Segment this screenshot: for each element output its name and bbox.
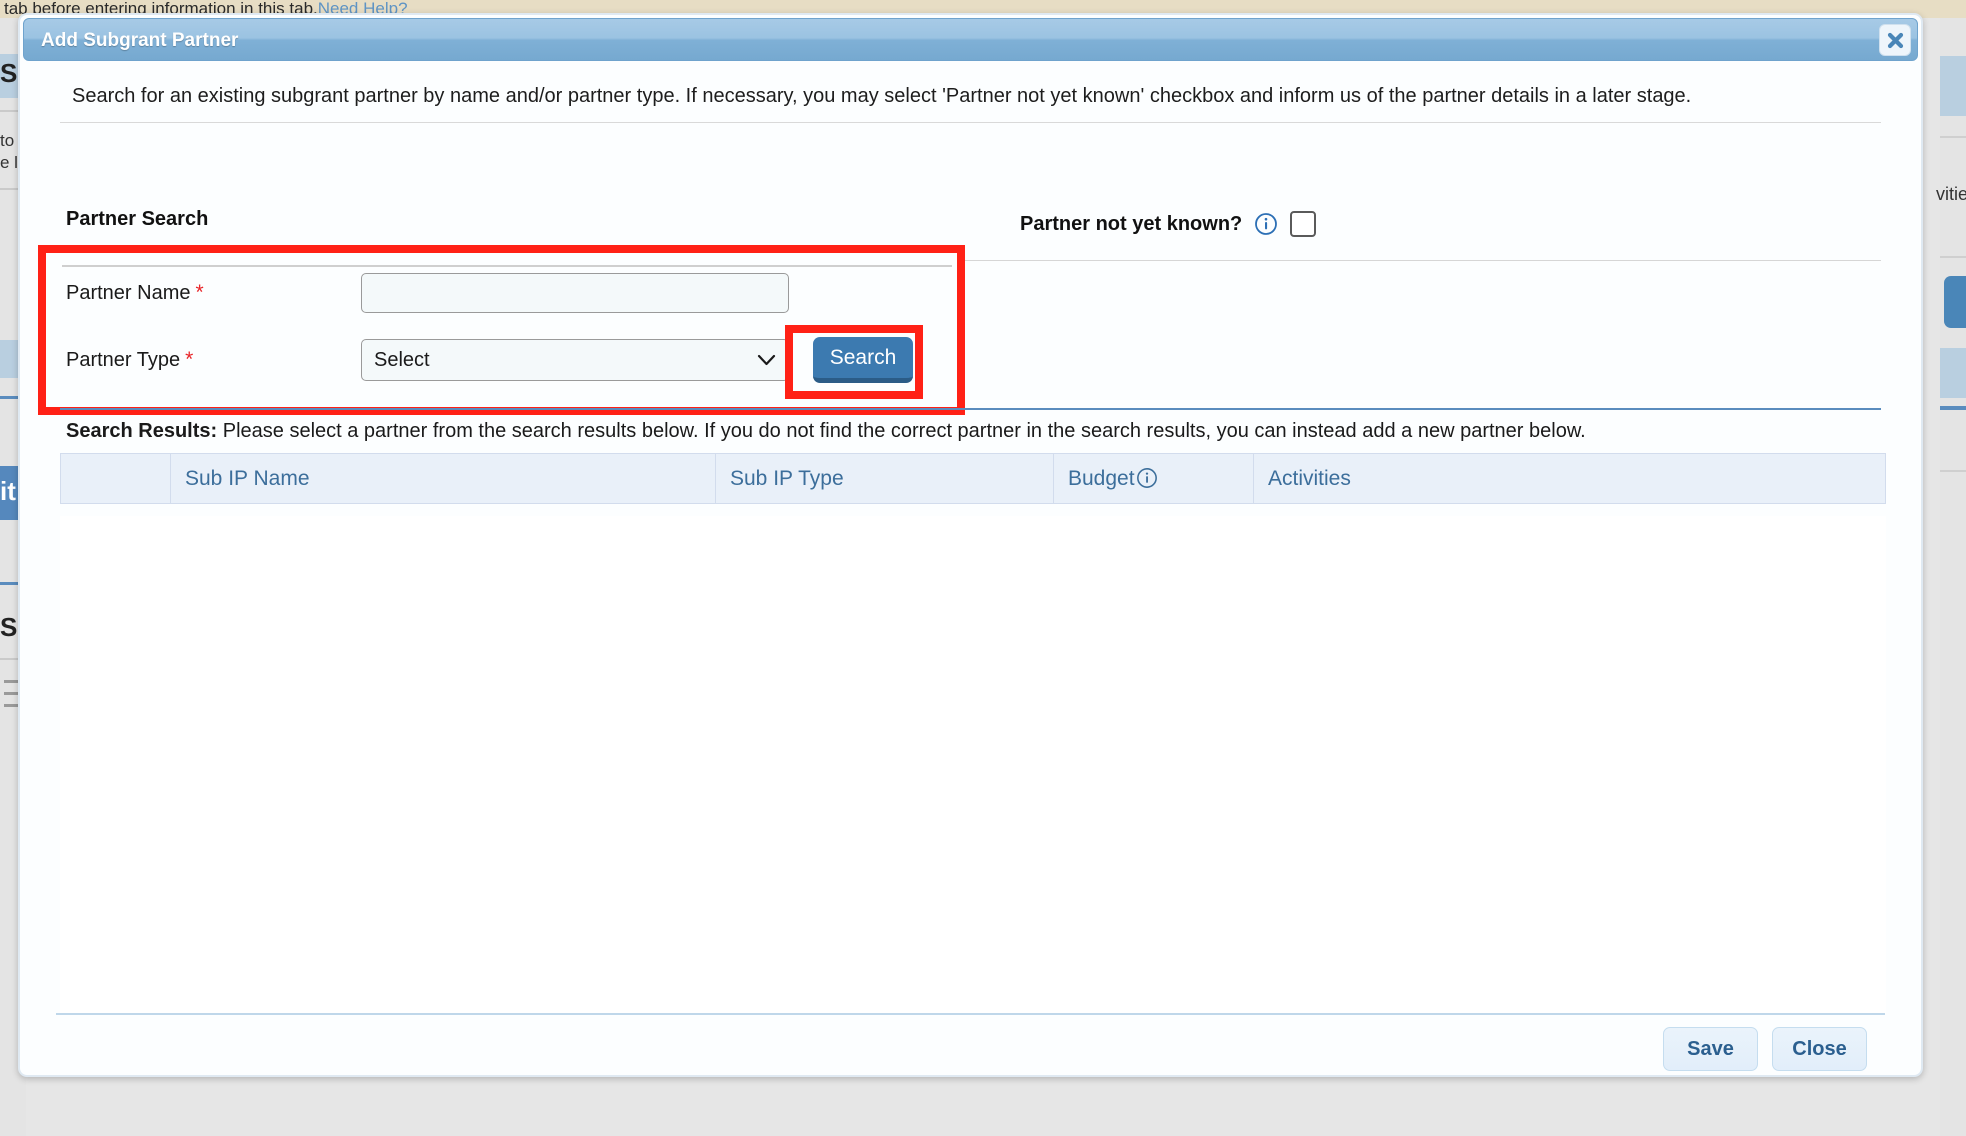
dialog-footer-buttons: Save Close (1663, 1027, 1867, 1071)
partner-not-yet-known-group: Partner not yet known? (1020, 211, 1317, 237)
background-right-band-2 (1940, 348, 1966, 398)
partner-not-yet-known-checkbox[interactable] (1290, 211, 1317, 237)
instructions-divider (60, 122, 1881, 123)
partner-type-selected-value: Select (374, 348, 430, 371)
partner-name-required-marker: * (195, 281, 204, 304)
table-header-sub-ip-type[interactable]: Sub IP Type (715, 453, 1054, 504)
dialog-body: Search for an existing subgrant partner … (20, 61, 1921, 1075)
info-icon[interactable] (1136, 467, 1158, 491)
table-header-sub-ip-name[interactable]: Sub IP Name (170, 453, 716, 504)
background-right-rule (1940, 406, 1966, 410)
partner-not-yet-known-label: Partner not yet known? (1020, 212, 1243, 235)
table-header-budget[interactable]: Budget (1053, 453, 1254, 504)
footer-divider (56, 1013, 1885, 1015)
background-right-band (1940, 56, 1966, 116)
partner-type-select-wrap: Select (361, 339, 789, 381)
close-dialog-button[interactable] (1879, 24, 1911, 56)
partner-name-label: Partner Name (66, 282, 191, 304)
background-right-divider-3 (1940, 470, 1966, 472)
close-icon (1886, 31, 1905, 50)
background-right-divider-2 (1940, 256, 1966, 258)
background-right-column: vitie (1936, 18, 1966, 1136)
search-results-description: Search Results: Please select a partner … (66, 420, 1586, 443)
results-top-divider (60, 408, 1881, 410)
background-right-divider (1940, 136, 1966, 138)
background-right-button[interactable] (1944, 276, 1966, 328)
table-header-budget-label: Budget (1068, 466, 1135, 490)
search-results-table: Sub IP Name Sub IP Type Budget Activitie… (60, 453, 1886, 504)
dialog-title: Add Subgrant Partner (41, 30, 239, 51)
add-subgrant-partner-dialog: Add Subgrant Partner Search for an exist… (18, 13, 1923, 1077)
search-results-hint: Please select a partner from the search … (222, 420, 1586, 442)
results-placeholder-block (62, 819, 332, 901)
partner-type-required-marker: * (185, 348, 194, 371)
table-header-select[interactable] (60, 453, 171, 504)
background-right-fragment: vitie (1936, 184, 1966, 204)
partner-type-label: Partner Type (66, 349, 181, 371)
budget-header-inner: Budget (1068, 467, 1158, 491)
dialog-titlebar: Add Subgrant Partner (23, 18, 1918, 61)
search-results-table-head: Sub IP Name Sub IP Type Budget Activitie… (60, 453, 1886, 504)
close-button[interactable]: Close (1772, 1027, 1867, 1071)
partner-search-heading: Partner Search (66, 208, 209, 230)
table-header-row: Sub IP Name Sub IP Type Budget Activitie… (60, 453, 1886, 504)
partner-type-select[interactable]: Select (361, 339, 789, 381)
partner-not-yet-known-divider (965, 260, 1881, 261)
table-header-activities[interactable]: Activities (1253, 453, 1886, 504)
partner-name-label-wrap: Partner Name * (66, 281, 361, 305)
search-fields-top-divider (62, 265, 952, 267)
search-results-heading: Search Results: (66, 420, 218, 442)
partner-type-row: Partner Type * Select Search (66, 337, 913, 383)
save-button[interactable]: Save (1663, 1027, 1758, 1071)
partner-type-label-wrap: Partner Type * (66, 348, 361, 372)
annotation-box-partner-search-fields (38, 245, 965, 415)
search-results-empty-area (60, 516, 1886, 1014)
partner-name-input[interactable] (361, 273, 789, 313)
partner-name-row: Partner Name * (66, 273, 789, 313)
info-icon[interactable] (1254, 212, 1278, 236)
search-button[interactable]: Search (813, 337, 913, 383)
dialog-instructions: Search for an existing subgrant partner … (72, 85, 1692, 107)
